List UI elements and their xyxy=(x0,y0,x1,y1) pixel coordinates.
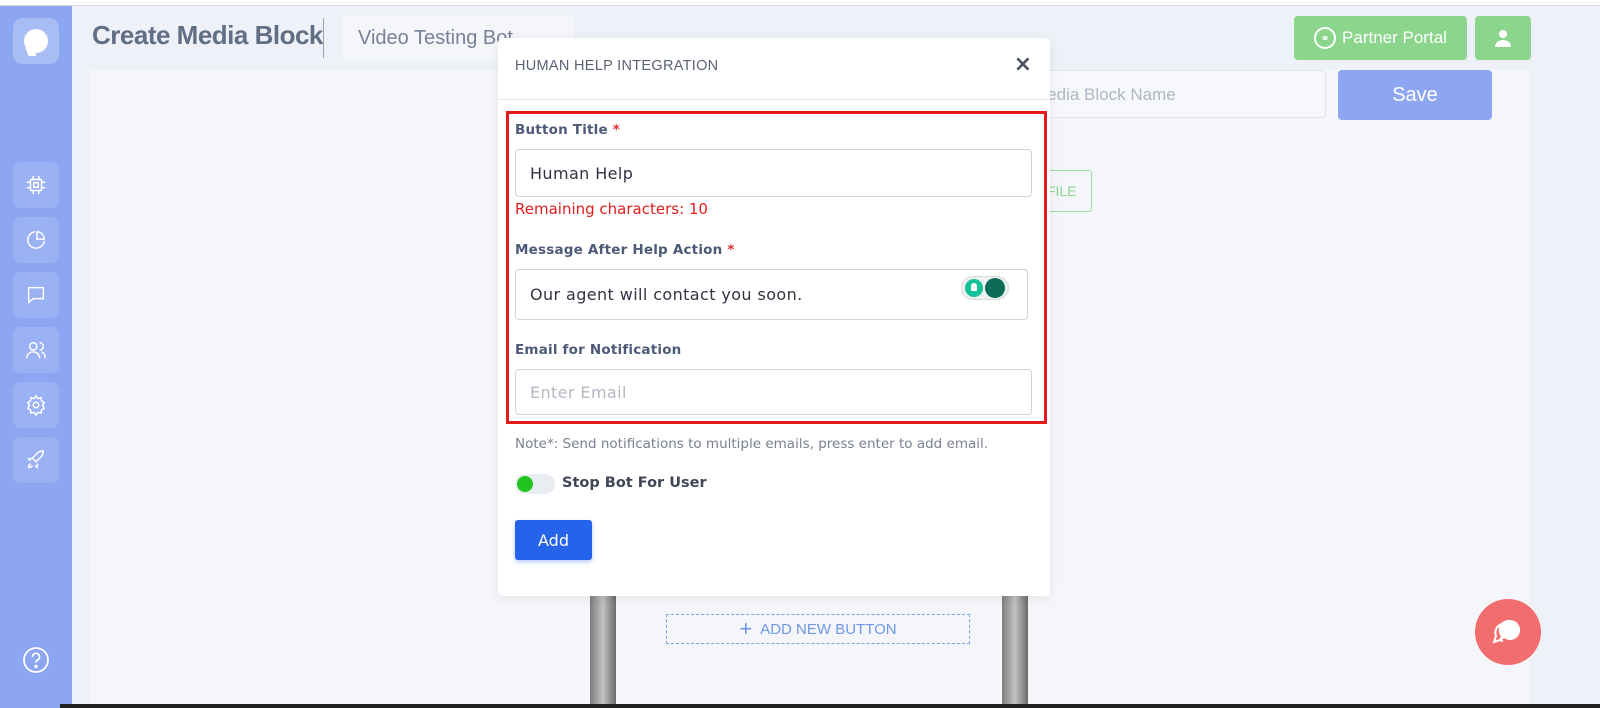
add-button[interactable]: Add xyxy=(515,520,592,560)
stop-bot-toggle[interactable] xyxy=(515,474,555,494)
cpu-icon xyxy=(26,175,46,195)
add-new-button[interactable]: + ADD NEW BUTTON xyxy=(666,614,970,644)
button-title-input[interactable]: Human Help xyxy=(515,149,1032,197)
email-input[interactable]: Enter Email xyxy=(515,369,1032,415)
message-label: Message After Help Action * xyxy=(515,242,735,258)
chat-bubble-logo-icon xyxy=(24,29,48,53)
bottom-border xyxy=(60,704,1600,708)
message-icon xyxy=(27,286,45,304)
button-title-label: Button Title * xyxy=(515,122,620,138)
page-title: Create Media Block xyxy=(92,20,323,50)
required-mark: * xyxy=(727,242,735,258)
save-button[interactable]: Save xyxy=(1338,70,1492,120)
grammar-extension-icon[interactable] xyxy=(961,276,1009,300)
human-help-modal: HUMAN HELP INTEGRATION × Button Title * … xyxy=(498,38,1050,596)
bulb-icon xyxy=(965,279,983,297)
toggle-knob xyxy=(517,476,533,492)
help-circle-icon xyxy=(23,647,49,673)
handshake-icon: ⚭ xyxy=(1314,27,1337,49)
partner-portal-label: Partner Portal xyxy=(1342,28,1447,47)
user-profile-button[interactable] xyxy=(1475,16,1531,60)
phone-frame-right xyxy=(1002,596,1028,708)
title-divider xyxy=(323,18,324,58)
message-textarea[interactable]: Our agent will contact you soon. xyxy=(515,269,1028,320)
sidebar-item-messages[interactable] xyxy=(13,272,59,318)
settings-icon xyxy=(26,394,46,416)
phone-frame-left xyxy=(590,596,616,708)
pie-chart-icon xyxy=(27,231,45,249)
email-label: Email for Notification xyxy=(515,342,682,358)
plus-icon: + xyxy=(739,616,753,641)
email-note: Note*: Send notifications to multiple em… xyxy=(515,436,989,452)
sidebar-item-bots[interactable] xyxy=(13,162,59,208)
chat-bubble-icon xyxy=(1492,619,1521,644)
logo[interactable] xyxy=(13,18,59,64)
partner-portal-button[interactable]: ⚭ Partner Portal xyxy=(1294,16,1467,60)
message-label-text: Message After Help Action xyxy=(515,242,723,258)
stop-bot-label: Stop Bot For User xyxy=(562,475,707,491)
rocket-icon xyxy=(27,450,45,469)
modal-header: HUMAN HELP INTEGRATION × xyxy=(498,38,1050,100)
add-new-button-label: ADD NEW BUTTON xyxy=(760,620,897,638)
required-mark: * xyxy=(612,122,621,138)
sidebar xyxy=(0,6,72,708)
sidebar-item-users[interactable] xyxy=(13,327,59,373)
chat-widget-button[interactable] xyxy=(1475,599,1541,665)
sidebar-item-settings[interactable] xyxy=(13,382,59,428)
sidebar-item-launch[interactable] xyxy=(13,437,59,483)
sidebar-item-analytics[interactable] xyxy=(13,217,59,263)
button-title-label-text: Button Title xyxy=(515,122,608,138)
help-button[interactable] xyxy=(22,646,50,674)
close-icon[interactable]: × xyxy=(1014,54,1032,76)
grammarly-icon xyxy=(985,278,1005,298)
user-icon xyxy=(1495,30,1511,47)
remaining-characters: Remaining characters: 10 xyxy=(515,200,708,218)
users-icon xyxy=(26,341,46,359)
modal-title: HUMAN HELP INTEGRATION xyxy=(515,58,719,74)
